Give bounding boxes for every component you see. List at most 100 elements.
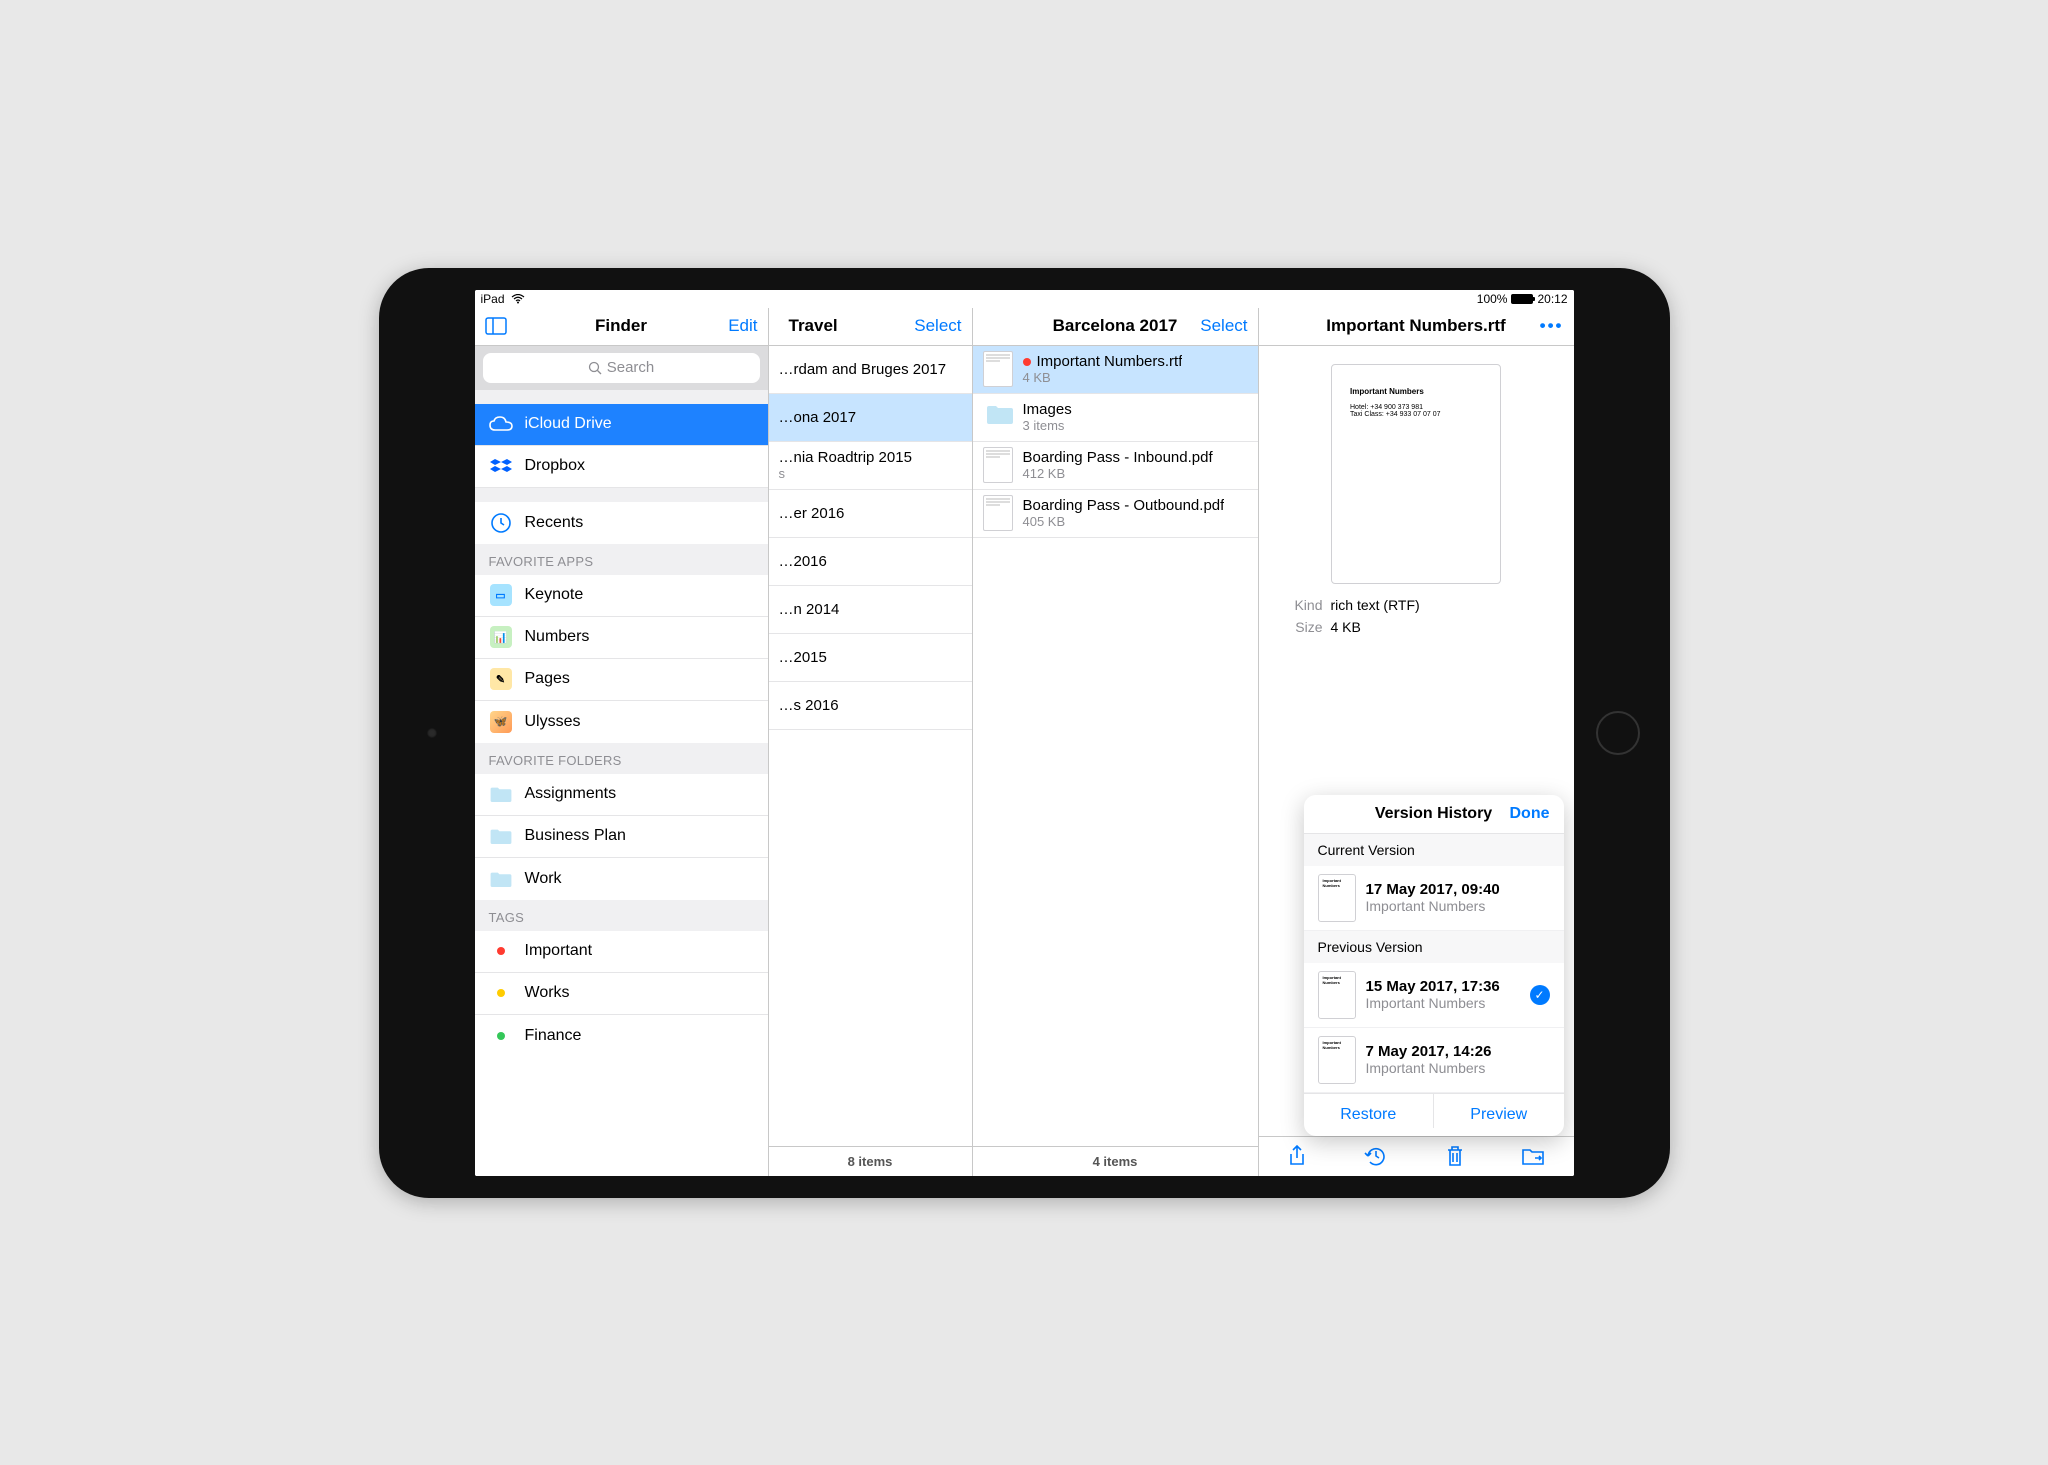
search-icon [588,361,602,375]
popover-header: Version History Done [1304,795,1564,834]
version-current[interactable]: Important Numbers 17 May 2017, 09:40 Imp… [1304,866,1564,931]
home-button[interactable] [1596,711,1640,755]
source-label: Dropbox [525,457,585,475]
folder-icon [983,399,1013,435]
tag-dot-icon [489,939,513,963]
panels-icon[interactable] [485,317,507,335]
version-thumb: Important Numbers [1318,1036,1356,1084]
meta-size-key: Size [1279,619,1323,635]
battery-icon [1511,294,1533,304]
source-icloud[interactable]: iCloud Drive [475,404,768,446]
fav-folder-businessplan[interactable]: Business Plan [475,816,768,858]
numbers-icon: 📊 [489,625,513,649]
tag-works[interactable]: Works [475,973,768,1015]
preview-button[interactable]: Preview [1434,1094,1564,1136]
column-travel: Travel Select …rdam and Bruges 2017…ona … [769,308,973,1176]
version-thumb: Important Numbers [1318,971,1356,1019]
app-ulysses[interactable]: 🦋 Ulysses [475,701,768,743]
fav-folder-assignments[interactable]: Assignments [475,774,768,816]
restore-button[interactable]: Restore [1304,1094,1435,1136]
status-battery-pct: 100% [1477,292,1508,306]
barcelona-footer: 4 items [973,1146,1258,1176]
list-item[interactable]: …2016 [769,538,972,586]
folder-icon [489,867,513,891]
clock-icon [489,511,513,535]
tag-dot-icon [489,1024,513,1048]
fav-folder-work[interactable]: Work [475,858,768,900]
meta-size-val: 4 KB [1331,619,1361,635]
recents-label: Recents [525,514,584,532]
trash-button[interactable] [1446,1145,1464,1167]
travel-title: Travel [789,316,912,336]
move-to-folder-button[interactable] [1521,1146,1545,1166]
folder-icon [489,824,513,848]
cloud-icon [489,412,513,436]
tag-finance[interactable]: Finance [475,1015,768,1057]
history-button[interactable] [1364,1145,1388,1167]
folder-icon [489,782,513,806]
wifi-icon [511,294,525,304]
status-time: 20:12 [1537,292,1567,306]
section-apps: FAVORITE APPS [475,544,768,575]
app-numbers[interactable]: 📊 Numbers [475,617,768,659]
sidebar-title: Finder [535,316,708,336]
source-label: iCloud Drive [525,415,612,433]
more-button[interactable]: ••• [1514,316,1564,336]
barcelona-header: Barcelona 2017 Select [973,308,1258,346]
list-item[interactable]: …2015 [769,634,972,682]
preview-document[interactable]: Important Numbers Hotel: +34 900 373 981… [1331,364,1501,584]
dropbox-icon [489,454,513,478]
search-input[interactable]: Search [483,353,760,383]
list-item[interactable]: …s 2016 [769,682,972,730]
ipad-frame: iPad 100% 20:12 Finder Edit [379,268,1670,1198]
keynote-icon: ▭ [489,583,513,607]
done-button[interactable]: Done [1510,805,1550,823]
list-item[interactable]: …n 2014 [769,586,972,634]
column-preview: Important Numbers.rtf ••• Important Numb… [1259,308,1574,1176]
document-icon [983,495,1013,531]
preview-toolbar [1259,1136,1574,1176]
edit-button[interactable]: Edit [708,316,758,336]
travel-select-button[interactable]: Select [912,316,962,336]
list-item[interactable]: Boarding Pass - Outbound.pdf405 KB [973,490,1258,538]
version-previous[interactable]: Important Numbers 15 May 2017, 17:36Impo… [1304,963,1564,1028]
section-previous: Previous Version [1304,931,1564,963]
version-history-popover: Version History Done Current Version Imp… [1304,795,1564,1136]
tag-important[interactable]: Important [475,931,768,973]
list-item[interactable]: …nia Roadtrip 2015s [769,442,972,490]
version-previous[interactable]: Important Numbers 7 May 2017, 14:26Impor… [1304,1028,1564,1093]
section-folders: FAVORITE FOLDERS [475,743,768,774]
barcelona-title: Barcelona 2017 [1033,316,1198,336]
app-keynote[interactable]: ▭ Keynote [475,575,768,617]
document-icon [983,351,1013,387]
travel-header: Travel Select [769,308,972,346]
list-item[interactable]: …rdam and Bruges 2017 [769,346,972,394]
sidebar: Finder Edit Search iCloud Dri [475,308,769,1176]
sidebar-header: Finder Edit [475,308,768,346]
meta-kind-val: rich text (RTF) [1331,597,1420,613]
status-device: iPad [481,292,525,306]
preview-title: Important Numbers.rtf [1319,316,1514,336]
tag-dot-icon [1023,358,1031,366]
list-item[interactable]: Images3 items [973,394,1258,442]
list-item[interactable]: Important Numbers.rtf4 KB [973,346,1258,394]
camera [427,728,437,738]
popover-title: Version History [1358,805,1510,823]
list-item[interactable]: …ona 2017 [769,394,972,442]
preview-metadata: Kind rich text (RTF) Size 4 KB [1259,584,1574,648]
list-item[interactable]: Boarding Pass - Inbound.pdf412 KB [973,442,1258,490]
recents[interactable]: Recents [475,502,768,544]
travel-list: …rdam and Bruges 2017…ona 2017…nia Roadt… [769,346,972,1146]
tag-dot-icon [489,981,513,1005]
barcelona-select-button[interactable]: Select [1198,316,1248,336]
list-item[interactable]: …er 2016 [769,490,972,538]
share-button[interactable] [1287,1144,1307,1168]
travel-footer: 8 items [769,1146,972,1176]
source-dropbox[interactable]: Dropbox [475,446,768,488]
app-pages[interactable]: ✎ Pages [475,659,768,701]
preview-header: Important Numbers.rtf ••• [1259,308,1574,346]
version-thumb: Important Numbers [1318,874,1356,922]
check-icon: ✓ [1530,985,1550,1005]
meta-kind-key: Kind [1279,597,1323,613]
column-barcelona: Barcelona 2017 Select Important Numbers.… [973,308,1259,1176]
